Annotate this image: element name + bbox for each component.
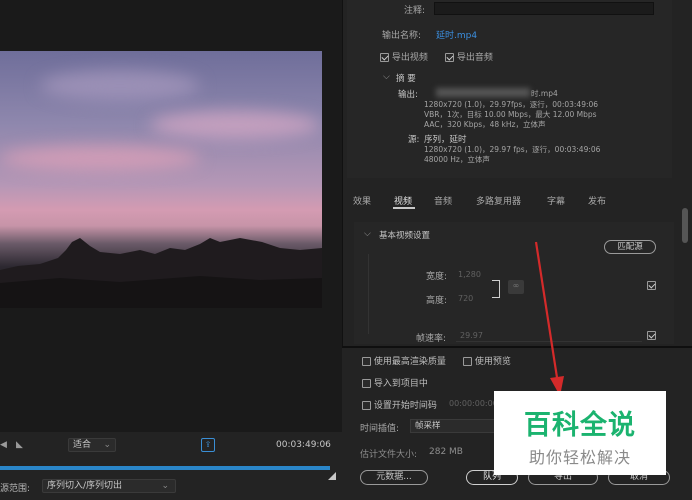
output-name-label: 输出名称: (382, 31, 422, 41)
import-to-project-checkbox[interactable]: 导入到项目中 (362, 376, 428, 389)
source-range-select[interactable]: 序列切入/序列切出 ⌄ (42, 479, 176, 493)
red-arrow-annotation (534, 241, 564, 396)
file-size-label: 估计文件大小: (360, 450, 418, 460)
collapse-icon[interactable]: ⌵ (383, 72, 390, 82)
export-frame-icon[interactable]: ⇪ (201, 438, 215, 452)
watermark-subtitle: 助你轻松解决 (528, 448, 631, 467)
fit-select[interactable]: 适合 ⌄ (68, 438, 116, 452)
max-render-quality-label: 使用最高渲染质量 (373, 357, 446, 367)
timeline-bar[interactable] (0, 466, 330, 470)
checkbox-checked-icon (647, 331, 656, 340)
watermark-logo: 百科全说 助你轻松解决 (494, 391, 666, 475)
match-source-button[interactable]: 匹配源 (604, 240, 656, 254)
max-render-quality-checkbox[interactable]: 使用最高渲染质量 (362, 354, 446, 367)
set-start-timecode-label: 设置开始时间码 (373, 401, 437, 411)
export-audio-label: 导出音频 (456, 53, 493, 63)
source-range-value: 序列切入/序列切出 (47, 481, 123, 491)
import-to-project-label: 导入到项目中 (373, 379, 428, 389)
comment-input[interactable] (434, 2, 654, 15)
tab-effects[interactable]: 效果 (353, 194, 371, 207)
out-point-icon[interactable]: ◣ (16, 440, 23, 450)
summary-title: 摘 要 (396, 74, 416, 84)
tab-captions[interactable]: 字幕 (547, 194, 565, 207)
video-settings-inner (368, 254, 664, 334)
use-previews-checkbox[interactable]: 使用预览 (463, 354, 511, 367)
checkbox-unchecked-icon (362, 379, 371, 388)
chevron-down-icon: ⌄ (161, 481, 169, 491)
width-label: 宽度: (426, 272, 448, 282)
width-value[interactable]: 1,280 (458, 270, 481, 279)
output-name-link[interactable]: 延时.mp4 (436, 28, 477, 41)
set-start-timecode-checkbox[interactable]: 设置开始时间码 (362, 398, 437, 411)
tab-audio[interactable]: 音频 (434, 194, 452, 207)
source-range-label: 源范围: (0, 484, 31, 494)
summary-output-line3: AAC，320 Kbps，48 kHz，立体声 (424, 120, 546, 129)
metadata-button[interactable]: 元数据... (360, 470, 428, 485)
checkbox-checked-icon (380, 53, 389, 62)
tab-multiplexer[interactable]: 多路复用器 (476, 194, 521, 207)
comment-label: 注释: (404, 6, 426, 16)
export-video-checkbox[interactable]: 导出视频 (380, 50, 428, 63)
start-timecode-value[interactable]: 00:00:00:00 (449, 399, 498, 408)
chevron-down-icon: ⌄ (103, 440, 111, 450)
file-size-value: 282 MB (429, 447, 463, 457)
export-audio-checkbox[interactable]: 导出音频 (445, 50, 493, 63)
interpolation-select[interactable]: 帧采样 (410, 419, 500, 433)
summary-source-label: 源: (408, 135, 420, 145)
checkbox-unchecked-icon (362, 401, 371, 410)
aspect-link-bracket (492, 280, 500, 298)
timecode: 00:03:49:06 (276, 440, 331, 450)
framerate-checkbox[interactable] (647, 331, 656, 341)
width-height-checkbox[interactable] (647, 281, 656, 291)
interpolation-value: 帧采样 (415, 421, 441, 431)
summary-source-line2: 48000 Hz，立体声 (424, 155, 490, 164)
mountain-silhouette (0, 238, 322, 308)
watermark-title: 百科全说 (524, 410, 636, 441)
scrollbar[interactable] (682, 208, 688, 243)
summary-output-label: 输出: (398, 90, 418, 100)
framerate-label: 帧速率: (416, 334, 447, 344)
height-label: 高度: (426, 296, 448, 306)
playhead-handle-icon[interactable] (328, 472, 336, 480)
in-point-icon[interactable]: ◀ (0, 440, 7, 450)
checkbox-checked-icon (647, 281, 656, 290)
checkbox-checked-icon (445, 53, 454, 62)
interpolation-label: 时间插值: (360, 424, 400, 434)
video-section-title: 基本视频设置 (379, 231, 431, 241)
framerate-value: 29.97 (460, 331, 483, 340)
collapse-icon[interactable]: ⌵ (364, 229, 371, 239)
fit-select-value: 适合 (73, 440, 92, 450)
export-video-label: 导出视频 (391, 53, 428, 63)
summary-output-file: 时.mp4 (531, 89, 558, 98)
tab-publish[interactable]: 发布 (588, 194, 606, 207)
checkbox-unchecked-icon (362, 357, 371, 366)
redacted-text (436, 88, 530, 97)
use-previews-label: 使用预览 (474, 357, 511, 367)
height-value[interactable]: 720 (458, 294, 473, 303)
video-preview (0, 51, 322, 308)
tab-active-indicator (393, 207, 415, 209)
checkbox-unchecked-icon (463, 357, 472, 366)
tab-video[interactable]: 视频 (394, 194, 412, 207)
